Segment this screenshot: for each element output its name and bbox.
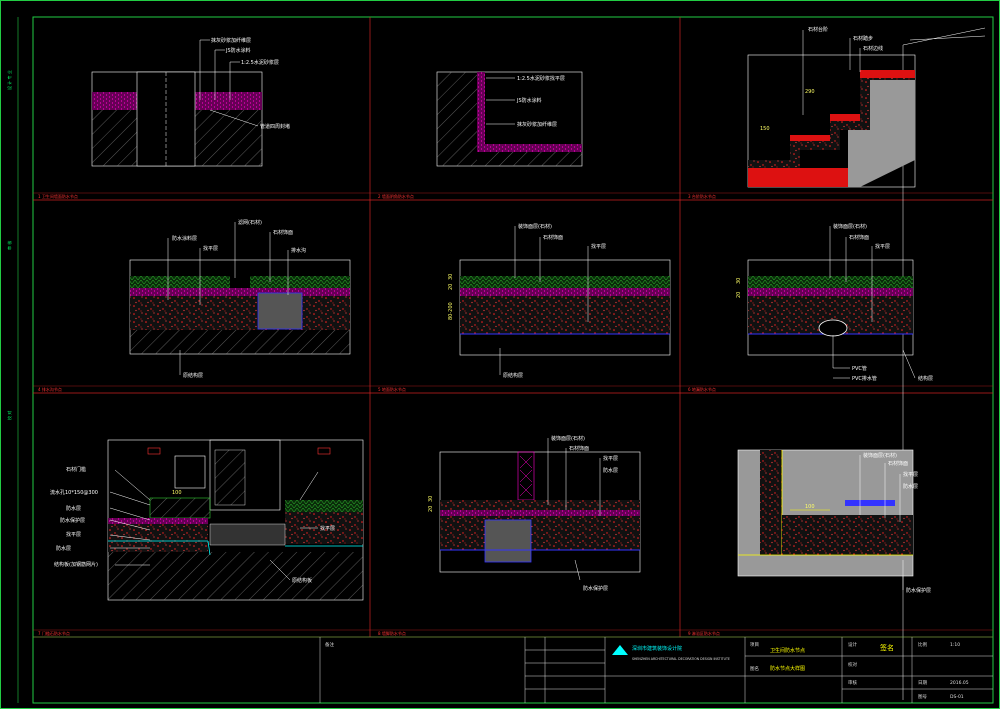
- svg-text:5 地面防水节点: 5 地面防水节点: [378, 386, 406, 392]
- tb-scale-value: 1:10: [950, 642, 960, 648]
- d2-label-0: 1:2.5水泥砂浆找平层: [517, 75, 565, 82]
- tb-design-label: 设计: [848, 641, 857, 648]
- d9-label-1: 石材饰面: [888, 460, 908, 467]
- tb-date-value: 2016.05: [950, 680, 969, 686]
- company-logo: [612, 645, 628, 655]
- d5-label-1: 石材饰面: [543, 234, 563, 241]
- d9-label-2: 找平层: [903, 471, 918, 478]
- d6-label-0: 装饰面层(石材): [833, 223, 867, 230]
- d9-label-3: 防水层: [903, 483, 918, 490]
- d7-label-6: 结构板(加钢筋网片): [54, 561, 98, 568]
- svg-text:6 地漏防水节点: 6 地漏防水节点: [688, 386, 716, 392]
- d1-label-0: 抹灰砂浆加纤维层: [211, 37, 251, 44]
- tb-company: 深圳市建筑装饰设计院: [632, 645, 682, 652]
- d1-label-2: 1:2.5水泥砂浆层: [241, 59, 279, 66]
- d7-label-8: 原结构板: [292, 577, 312, 584]
- d5-label-2: 找平层: [591, 243, 606, 250]
- svg-text:1 卫生间墙面防水节点: 1 卫生间墙面防水节点: [38, 193, 78, 199]
- svg-text:设 计 专 业: 设 计 专 业: [6, 70, 12, 90]
- d8-label-0: 装饰面层(石材): [551, 435, 585, 442]
- d6-label-3: PVC管: [852, 365, 867, 372]
- d5-label-3: 原结构层: [503, 372, 523, 379]
- d1-label-3: 管道四周封堵: [260, 123, 290, 130]
- tb-signature: 签名: [880, 643, 894, 652]
- svg-text:审 核: 审 核: [6, 241, 12, 250]
- tb-notes-label: 备注: [325, 641, 334, 648]
- d8-label-1: 石材饰面: [569, 445, 589, 452]
- detail-1-wall-pipe: 抹灰砂浆加纤维层 JS防水涂料 1:2.5水泥砂浆层 管道四周封堵: [91, 37, 290, 167]
- detail-4-drain-channel: 防水涂料层 滤网(石材) 石材饰面 找平层 排水沟 原结构层: [129, 219, 351, 379]
- d5-dim-0: 80-200: [448, 302, 454, 320]
- d8-label-2: 找平层: [603, 455, 618, 462]
- d4-label-5: 原结构层: [183, 372, 203, 379]
- d4-label-3: 找平层: [203, 245, 218, 252]
- d4-label-1: 滤网(石材): [238, 219, 262, 226]
- tb-scale-label: 比例: [918, 641, 927, 648]
- svg-text:7 门槛石防水节点: 7 门槛石防水节点: [38, 630, 70, 636]
- d7-label-2: 防水层: [66, 505, 81, 512]
- d7-dim-0: 100: [172, 490, 182, 496]
- d6-label-1: 石材饰面: [849, 234, 869, 241]
- d2-label-2: 抹灰砂浆加纤维层: [517, 121, 557, 128]
- detail-6-floor-drain: 装饰面层(石材) 石材饰面 找平层 PVC管 PVC排水管 结构层 20 30: [736, 223, 933, 382]
- detail-8-wall-base: 装饰面层(石材) 石材饰面 找平层 防水层 防水保护层 20 30: [428, 435, 641, 592]
- d4-label-4: 排水沟: [291, 247, 306, 254]
- d3-dim-1: 150: [760, 126, 770, 132]
- cad-drawing-sheet: 设 计 专 业 审 核 校 对 1 卫生间墙面防水节点 2 墙面阴角防水节点 3…: [0, 0, 1000, 709]
- d8-label-3: 防水层: [603, 467, 618, 474]
- svg-text:4 排水沟节点: 4 排水沟节点: [38, 386, 62, 392]
- d7-label-3: 防水保护层: [60, 517, 85, 524]
- left-edge-marks: 设 计 专 业 审 核 校 对: [6, 17, 19, 703]
- d6-label-2: 找平层: [875, 243, 890, 250]
- d7-label-0: 石材门槛: [66, 466, 86, 473]
- d6-label-4: PVC排水管: [852, 375, 877, 382]
- d5-dim-2: 30: [448, 274, 454, 280]
- tb-company-en: SHENZHEN ARCHITECTURAL DECORATION DESIGN…: [632, 657, 730, 661]
- d6-label-5: 结构层: [918, 375, 933, 382]
- tb-drawing-value: 防水节点大样图: [770, 665, 805, 672]
- d9-label-5: 防水保护层: [906, 587, 931, 594]
- svg-text:8 墙脚防水节点: 8 墙脚防水节点: [378, 630, 406, 636]
- d3-label-1: 石材踏步: [853, 35, 873, 42]
- d8-label-4: 防水保护层: [583, 585, 608, 592]
- d2-label-1: JS防水涂料: [516, 97, 542, 104]
- svg-text:3 台阶防水节点: 3 台阶防水节点: [688, 193, 716, 199]
- d8-dim-0: 20: [428, 506, 434, 512]
- svg-text:2 墙面阴角防水节点: 2 墙面阴角防水节点: [378, 193, 414, 199]
- detail-3-steps: 石材台阶 石材踏步 石材边线 290 150: [747, 26, 916, 188]
- d7-label-7: 找平层: [320, 525, 335, 532]
- d4-label-2: 石材饰面: [273, 229, 293, 236]
- tb-sheet-value: DS-01: [950, 694, 964, 700]
- d3-dim-0: 290: [805, 89, 815, 95]
- d6-dim-1: 30: [736, 278, 742, 284]
- svg-text:9 淋浴区防水节点: 9 淋浴区防水节点: [688, 630, 720, 636]
- d5-label-0: 装饰面层(石材): [518, 223, 552, 230]
- d6-dim-0: 20: [736, 292, 742, 298]
- d5-dim-1: 20: [448, 284, 454, 290]
- tb-project-value: 卫生间防水节点: [770, 647, 805, 654]
- tb-approve-label: 审核: [848, 679, 857, 686]
- tb-sheet-label: 图号: [918, 694, 927, 700]
- tb-project-label: 项目: [750, 642, 759, 648]
- d8-dim-1: 30: [428, 496, 434, 502]
- d1-label-1: JS防水涂料: [225, 47, 251, 54]
- tb-check-label: 校对: [848, 661, 857, 668]
- svg-text:校 对: 校 对: [6, 411, 12, 420]
- d7-label-4: 找平层: [66, 531, 81, 538]
- detail-2-wall-corner: 1:2.5水泥砂浆找平层 JS防水涂料 抹灰砂浆加纤维层: [436, 71, 583, 167]
- detail-7-door-threshold: 石材门槛 流水孔10*150@300 防水层 防水保护层 找平层 防水层 结构板…: [50, 439, 364, 601]
- d7-label-5: 防水层: [56, 545, 71, 552]
- tb-drawing-label: 图名: [750, 665, 759, 672]
- d9-dim-0: 100: [805, 504, 815, 510]
- d4-label-0: 防水涂料层: [172, 235, 197, 242]
- d9-label-0: 装饰面层(石材): [863, 452, 897, 459]
- tb-date-label: 日期: [918, 680, 927, 686]
- d3-label-2: 石材边线: [863, 45, 883, 52]
- d7-label-1: 流水孔10*150@300: [50, 489, 98, 496]
- d3-label-0: 石材台阶: [808, 26, 828, 33]
- detail-5-floor: 装饰面层(石材) 石材饰面 找平层 原结构层 80-200 20 30: [448, 223, 671, 379]
- detail-9-shower-area: 装饰面层(石材) 石材饰面 找平层 防水层 100 防水保护层: [737, 449, 931, 594]
